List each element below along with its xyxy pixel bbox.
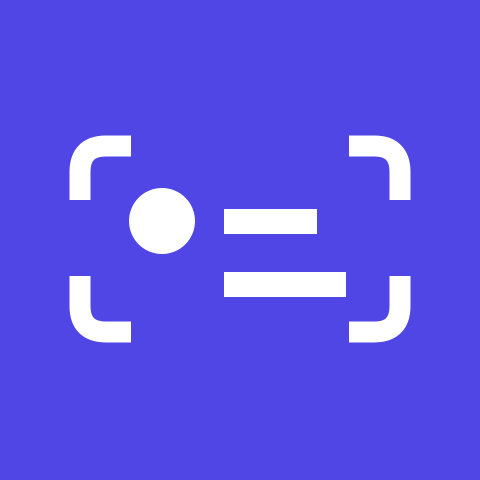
app-icon	[0, 0, 480, 480]
scan-card-icon	[0, 0, 480, 480]
avatar-dot	[129, 188, 195, 254]
icon-background	[0, 0, 480, 480]
text-line-long	[224, 272, 346, 297]
text-line-short	[224, 209, 317, 234]
